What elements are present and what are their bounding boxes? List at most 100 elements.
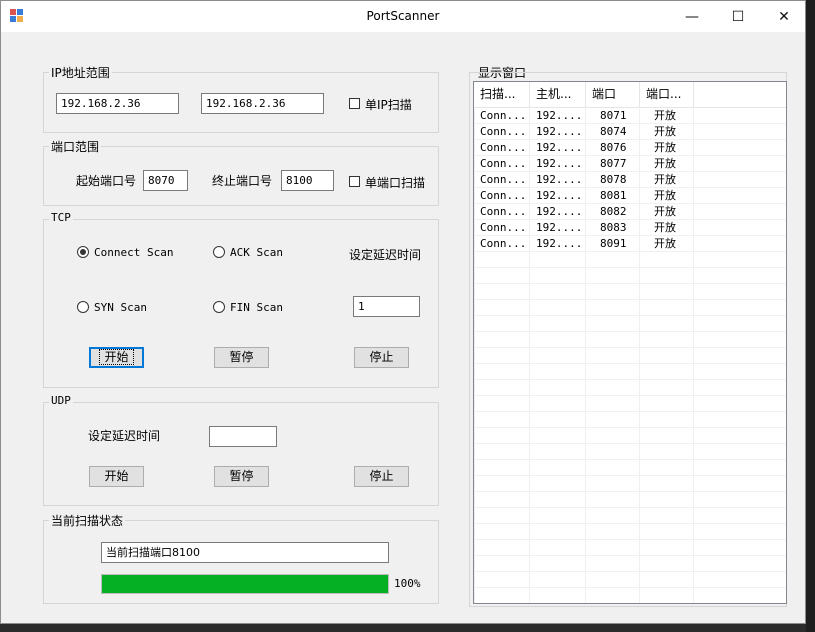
udp-group — [43, 402, 439, 506]
table-cell: 开放 — [654, 221, 676, 234]
column-header[interactable]: 端口... — [640, 82, 694, 107]
grid-line — [474, 315, 786, 316]
table-cell: 开放 — [654, 125, 676, 138]
grid-line — [474, 219, 786, 220]
table-row[interactable]: Conn... 192.... 8082 开放 — [474, 204, 786, 220]
grid-line — [474, 203, 786, 204]
udp-start-button[interactable]: 开始 — [89, 466, 144, 487]
table-cell: 192.... — [536, 237, 583, 250]
single-ip-label: 单IP扫描 — [365, 98, 412, 112]
ack-scan-label: ACK Scan — [230, 246, 283, 259]
table-cell: 8071 — [600, 109, 627, 122]
grid-line — [474, 475, 786, 476]
fin-scan-radio[interactable] — [213, 301, 225, 313]
udp-pause-button[interactable]: 暂停 — [214, 466, 269, 487]
udp-stop-button[interactable]: 停止 — [354, 466, 409, 487]
table-cell: 8077 — [600, 157, 627, 170]
table-row[interactable]: Conn... 192.... 8076 开放 — [474, 140, 786, 156]
close-button[interactable]: ✕ — [761, 1, 807, 32]
grid-line — [474, 299, 786, 300]
udp-delay-input[interactable] — [209, 426, 277, 447]
single-ip-checkbox[interactable] — [349, 98, 360, 109]
grid-line — [474, 539, 786, 540]
start-port-label: 起始端口号 — [76, 174, 137, 188]
end-ip-input[interactable]: 192.168.2.36 — [201, 93, 324, 114]
tcp-delay-input[interactable]: 1 — [353, 296, 420, 317]
end-port-input[interactable]: 8100 — [281, 170, 334, 191]
grid-line — [474, 235, 786, 236]
table-cell: 开放 — [654, 141, 676, 154]
table-cell: Conn... — [480, 189, 527, 202]
grid-line — [474, 107, 475, 603]
grid-line — [474, 267, 786, 268]
tcp-pause-button[interactable]: 暂停 — [214, 347, 269, 368]
minimize-icon: — — [685, 8, 699, 25]
table-cell: 192.... — [536, 189, 583, 202]
syn-scan-radio[interactable] — [77, 301, 89, 313]
tcp-legend: TCP — [49, 211, 73, 224]
grid-line — [474, 571, 786, 572]
column-header[interactable]: 端口 — [586, 82, 640, 107]
single-port-label: 单端口扫描 — [365, 176, 426, 190]
grid-line — [474, 603, 786, 604]
udp-legend: UDP — [49, 394, 73, 407]
desktop-background — [806, 0, 815, 632]
column-header[interactable]: 主机... — [530, 82, 586, 107]
title-bar[interactable]: PortScanner — ☐ ✕ — [1, 1, 805, 32]
table-row[interactable]: Conn... 192.... 8071 开放 — [474, 108, 786, 124]
scan-progress-bar — [101, 574, 389, 594]
table-cell: 开放 — [654, 173, 676, 186]
results-list-view[interactable]: 扫描... 主机... 端口 端口... Conn... 192.... 8071 开放 Co… — [473, 81, 787, 604]
table-row[interactable]: Conn... 192.... 8078 开放 — [474, 172, 786, 188]
table-cell: 开放 — [654, 109, 676, 122]
table-cell: 8081 — [600, 189, 627, 202]
maximize-button[interactable]: ☐ — [715, 1, 761, 32]
tcp-delay-label: 设定延迟时间 — [349, 248, 422, 262]
start-port-input[interactable]: 8070 — [143, 170, 188, 191]
table-row[interactable]: Conn... 192.... 8077 开放 — [474, 156, 786, 172]
ack-scan-radio[interactable] — [213, 246, 225, 258]
grid-line — [474, 251, 786, 252]
table-cell: 8091 — [600, 237, 627, 250]
table-cell: 8082 — [600, 205, 627, 218]
list-header: 扫描... 主机... 端口 端口... — [474, 82, 786, 108]
table-cell: Conn... — [480, 157, 527, 170]
table-cell: Conn... — [480, 205, 527, 218]
table-row[interactable]: Conn... 192.... 8074 开放 — [474, 124, 786, 140]
table-row[interactable]: Conn... 192.... 8091 开放 — [474, 236, 786, 252]
grid-line — [639, 107, 640, 603]
table-cell: Conn... — [480, 125, 527, 138]
grid-line — [474, 411, 786, 412]
grid-line — [474, 587, 786, 588]
table-cell: Conn... — [480, 173, 527, 186]
table-cell: 开放 — [654, 205, 676, 218]
port-scanner-window: PortScanner — ☐ ✕ IP地址范围 192.168.2.36 19… — [0, 0, 806, 624]
single-port-checkbox[interactable] — [349, 176, 360, 187]
grid-line — [474, 171, 786, 172]
table-cell: 192.... — [536, 221, 583, 234]
table-row[interactable]: Conn... 192.... 8081 开放 — [474, 188, 786, 204]
table-cell: 8076 — [600, 141, 627, 154]
connect-scan-radio[interactable] — [77, 246, 89, 258]
table-cell: 192.... — [536, 141, 583, 154]
progress-fill — [102, 575, 388, 593]
grid-line — [474, 347, 786, 348]
tcp-stop-button[interactable]: 停止 — [354, 347, 409, 368]
table-cell: Conn... — [480, 221, 527, 234]
table-row[interactable]: Conn... 192.... 8083 开放 — [474, 220, 786, 236]
tcp-start-button[interactable]: 开始 — [89, 347, 144, 368]
column-header[interactable]: 扫描... — [474, 82, 530, 107]
status-text-field[interactable]: 当前扫描端口8100 — [101, 542, 389, 563]
tcp-start-button-label: 开始 — [99, 349, 134, 365]
minimize-button[interactable]: — — [669, 1, 715, 32]
grid-line — [474, 523, 786, 524]
grid-line — [474, 187, 786, 188]
table-cell: 开放 — [654, 157, 676, 170]
port-range-legend: 端口范围 — [49, 138, 102, 155]
grid-line — [585, 107, 586, 603]
grid-line — [474, 331, 786, 332]
end-port-label: 终止端口号 — [212, 174, 273, 188]
udp-delay-label: 设定延迟时间 — [88, 429, 161, 443]
start-ip-input[interactable]: 192.168.2.36 — [56, 93, 179, 114]
grid-line — [474, 283, 786, 284]
